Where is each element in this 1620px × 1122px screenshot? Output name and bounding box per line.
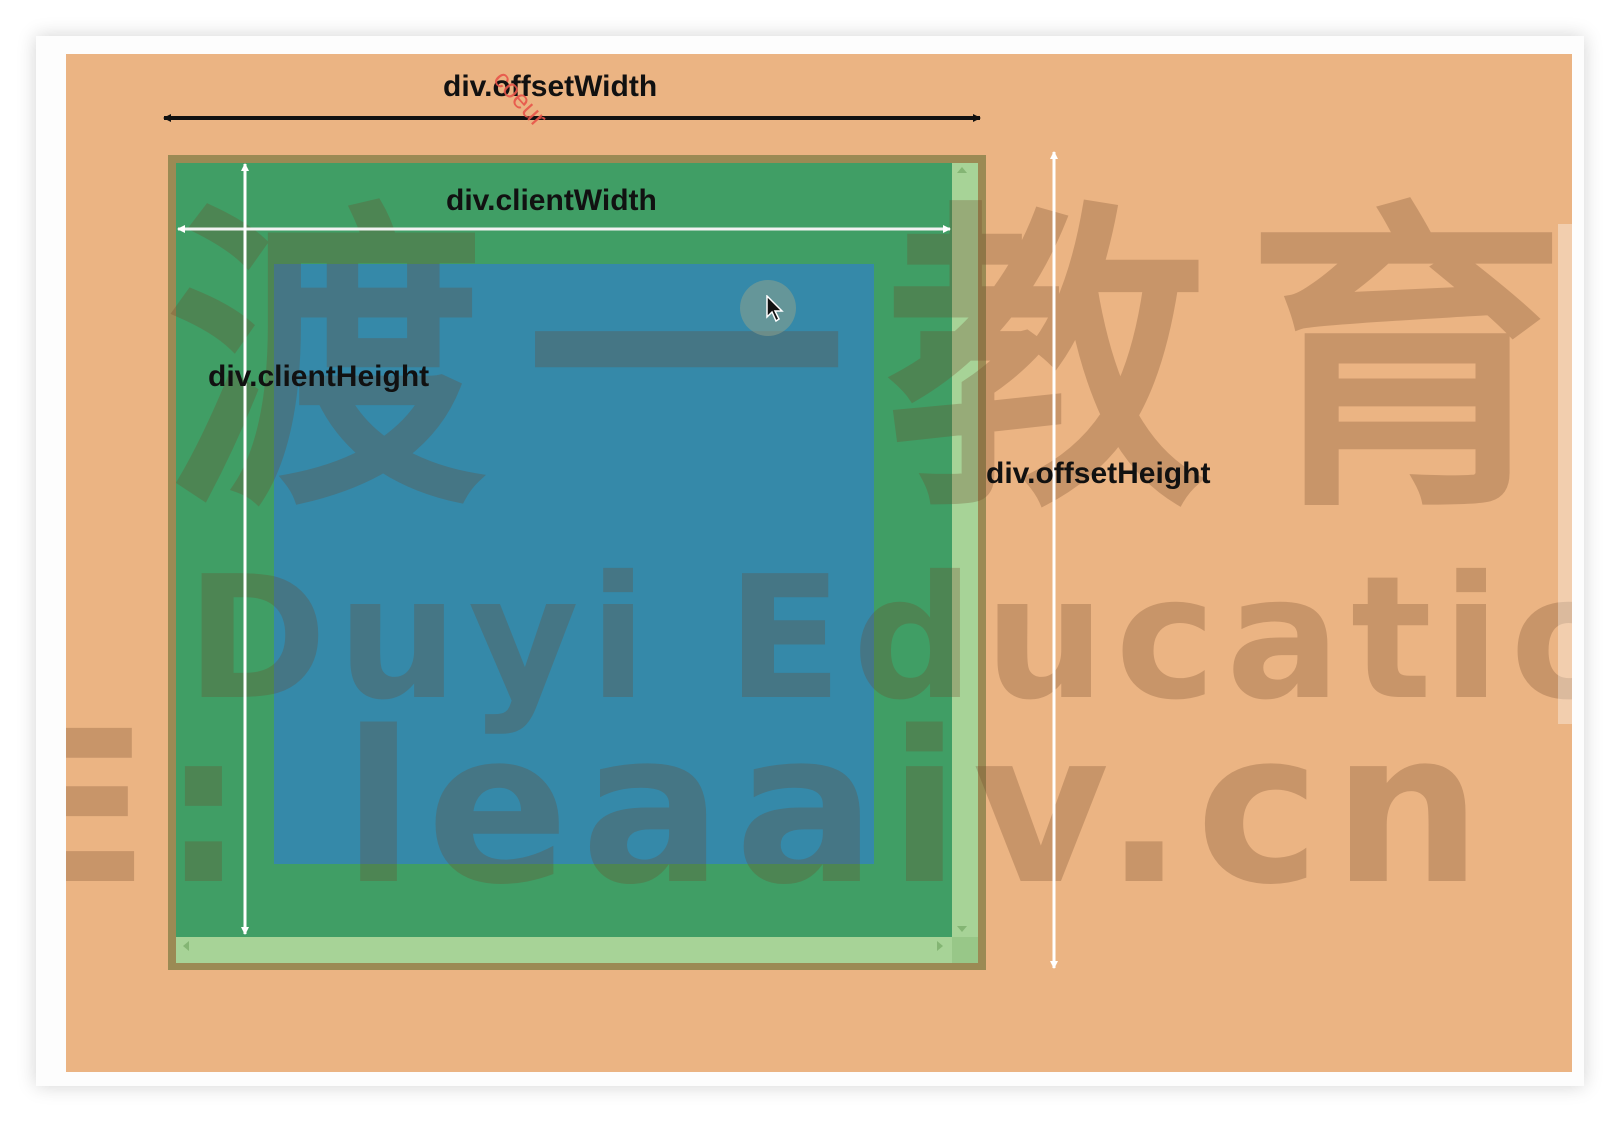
client-height-label: div.clientHeight	[208, 360, 430, 393]
mouse-pointer-icon	[766, 295, 784, 323]
measurement-arrows	[163, 114, 1058, 969]
client-width-label: div.clientWidth	[446, 184, 657, 217]
diagram-canvas: 渡一教育 Duyi Education E: leaaiv.cn div.off…	[66, 54, 1572, 1072]
offset-height-label: div.offsetHeight	[986, 457, 1211, 490]
offset-width-label: div.offsetWidth	[443, 70, 658, 103]
